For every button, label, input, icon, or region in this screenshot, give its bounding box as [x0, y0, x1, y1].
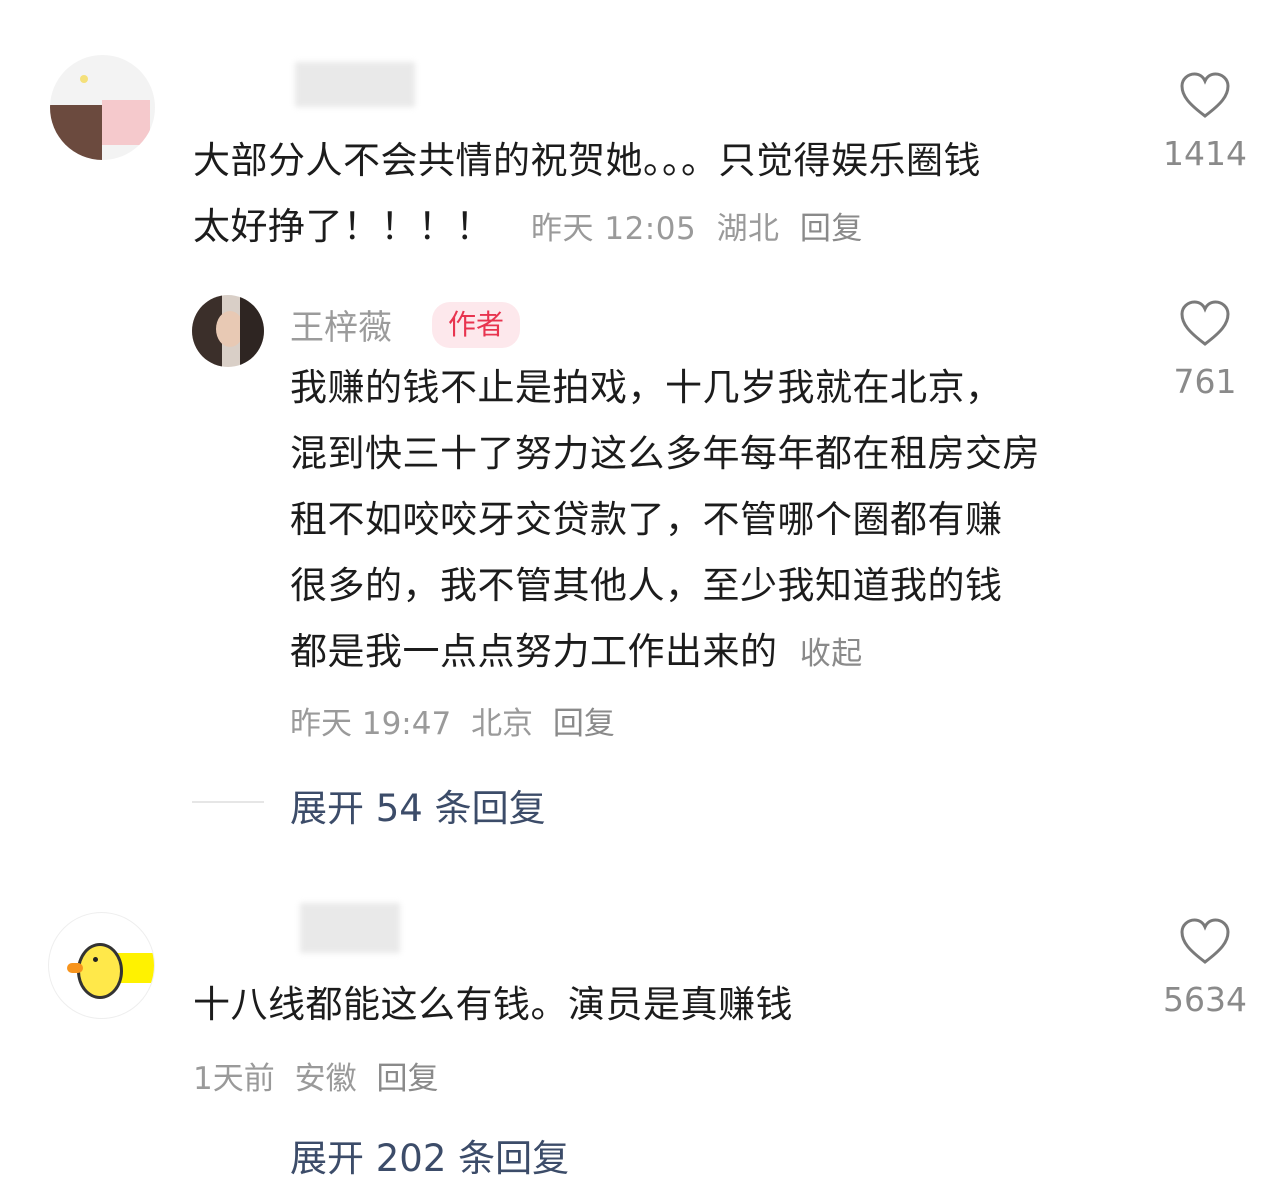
like-count: 1414	[1163, 134, 1247, 173]
heart-outline-icon	[1180, 918, 1230, 964]
comment-time: 昨天 19:47	[290, 706, 452, 742]
comment-location: 北京	[471, 706, 534, 742]
avatar[interactable]	[48, 912, 155, 1019]
expand-replies-button[interactable]: 展开 54 条回复	[290, 778, 546, 832]
reply-button[interactable]: 回复	[800, 211, 863, 247]
comment-text: 大部分人不会共情的祝贺她。。。只觉得娱乐圈钱 太好挣了！！！！ 昨天 12:05…	[193, 139, 981, 248]
comment-text: 十八线都能这么有钱。演员是真赚钱	[193, 983, 793, 1026]
comment-text: 我赚的钱不止是拍戏，十几岁我就在北京， 混到快三十了努力这么多年每年都在租房交房…	[290, 366, 1040, 673]
like-button[interactable]: 761	[1160, 300, 1250, 401]
comment-time: 1天前	[193, 1061, 275, 1097]
expand-replies-button[interactable]: 展开 202 条回复	[290, 1128, 569, 1182]
divider	[192, 801, 264, 803]
like-button[interactable]: 1414	[1160, 72, 1250, 173]
comment-location: 安徽	[294, 1061, 357, 1097]
username-redacted	[295, 62, 415, 107]
username-redacted	[300, 903, 400, 953]
reply-button[interactable]: 回复	[376, 1061, 438, 1097]
collapse-button[interactable]: 收起	[800, 636, 863, 672]
like-count: 5634	[1163, 980, 1247, 1019]
avatar[interactable]	[50, 55, 155, 160]
heart-outline-icon	[1180, 300, 1230, 346]
like-count: 761	[1173, 362, 1237, 401]
comment-meta: 昨天 19:47 北京 回复	[290, 698, 625, 743]
reply-button[interactable]: 回复	[553, 706, 615, 742]
username[interactable]: 王梓薇	[290, 300, 392, 349]
comment-time: 昨天 12:05	[531, 211, 697, 247]
like-button[interactable]: 5634	[1160, 918, 1250, 1019]
comment-location: 湖北	[716, 211, 780, 247]
heart-outline-icon	[1180, 72, 1230, 118]
author-badge: 作者	[432, 302, 521, 348]
author-avatar[interactable]	[192, 295, 264, 367]
comment-meta: 1天前 安徽 回复	[193, 1053, 448, 1098]
